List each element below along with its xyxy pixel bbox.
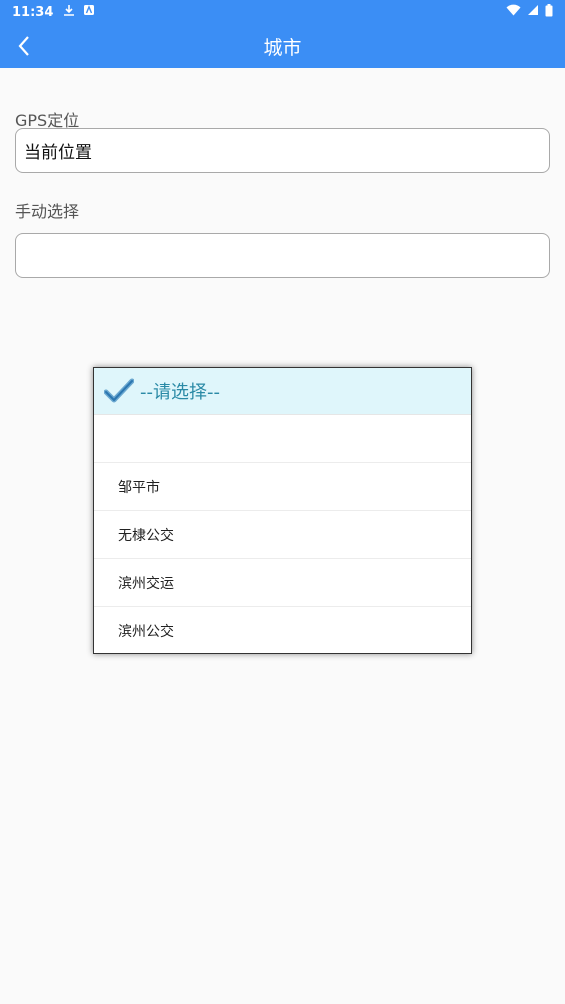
- dialog-title: --请选择--: [140, 382, 220, 403]
- option-binzhou-transport[interactable]: 滨州交运: [94, 559, 471, 607]
- page-title: 城市: [263, 36, 302, 59]
- manual-city-select[interactable]: [15, 233, 550, 278]
- option-zouping[interactable]: 邹平市: [94, 463, 471, 511]
- wifi-icon: [506, 4, 521, 20]
- gps-location-field[interactable]: 当前位置: [15, 128, 550, 173]
- status-time: 11:34: [12, 4, 54, 20]
- dialog-header: --请选择--: [94, 368, 471, 415]
- chevron-left-icon: [18, 36, 29, 56]
- city-picker-dialog: --请选择-- 邹平市 无棣公交 滨州交运 滨州公交: [93, 367, 472, 654]
- app-bar: 城市: [0, 24, 565, 68]
- status-bar: 11:34: [0, 0, 565, 24]
- checkmark-icon: [104, 378, 134, 403]
- option-empty[interactable]: [94, 415, 471, 463]
- manual-select-label: 手动选择: [15, 202, 80, 221]
- option-binzhou-bus[interactable]: 滨州公交: [94, 607, 471, 655]
- download-icon: [63, 4, 75, 21]
- option-wudi-bus[interactable]: 无棣公交: [94, 511, 471, 559]
- battery-icon: [545, 3, 553, 21]
- back-button[interactable]: [10, 32, 38, 60]
- app-notification-icon: [83, 4, 95, 20]
- signal-icon: [527, 4, 539, 20]
